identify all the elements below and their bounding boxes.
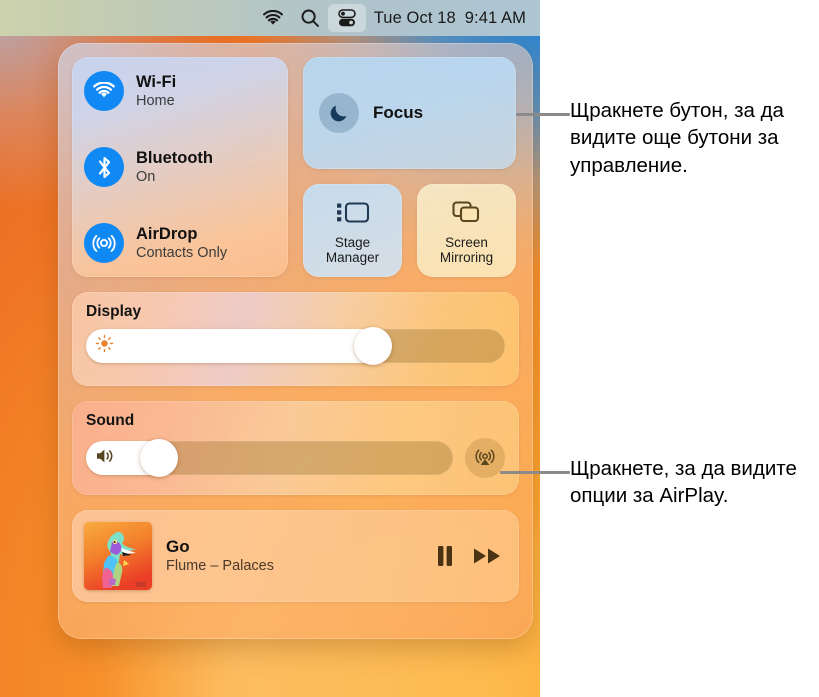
display-title: Display bbox=[86, 303, 142, 320]
brightness-icon bbox=[95, 334, 114, 358]
menu-bar-time: 9:41 AM bbox=[464, 8, 526, 27]
track-title: Go bbox=[166, 536, 190, 556]
connectivity-module[interactable]: Wi-Fi Home Bluetooth On AirDrop Contacts… bbox=[72, 57, 288, 277]
airplay-audio-button[interactable] bbox=[465, 438, 505, 478]
control-center-top-row: Wi-Fi Home Bluetooth On AirDrop Contacts… bbox=[72, 57, 519, 277]
airdrop-icon[interactable] bbox=[84, 223, 124, 263]
callout-text-airplay: Щракнете, за да видите опции за AirPlay. bbox=[570, 457, 797, 508]
desktop-screenshot: Tue Oct 18 9:41 AM Wi-Fi Home Bluetooth … bbox=[0, 0, 540, 697]
bluetooth-status: On bbox=[136, 168, 156, 185]
airdrop-status: Contacts Only bbox=[136, 244, 228, 261]
callout-leader-line-2 bbox=[500, 471, 570, 474]
display-module: Display bbox=[72, 292, 519, 386]
volume-slider-knob[interactable] bbox=[140, 439, 179, 477]
control-center-panel: Wi-Fi Home Bluetooth On AirDrop Contacts… bbox=[58, 43, 533, 639]
menu-bar: Tue Oct 18 9:41 AM bbox=[0, 0, 540, 36]
playback-controls bbox=[435, 544, 503, 568]
menu-bar-date: Tue Oct 18 bbox=[373, 8, 456, 27]
stage-manager-label-line1: Stage bbox=[334, 234, 371, 250]
airdrop-title: AirDrop bbox=[136, 225, 198, 244]
control-center-menu-icon[interactable] bbox=[327, 4, 366, 32]
brightness-slider-knob[interactable] bbox=[353, 327, 392, 365]
sound-title: Sound bbox=[86, 412, 135, 429]
stage-manager-label: Stage Manager bbox=[326, 235, 379, 265]
now-playing-text: Go Flume – Palaces bbox=[166, 537, 421, 575]
moon-icon bbox=[319, 93, 359, 133]
stage-manager-label-line2: Manager bbox=[325, 250, 380, 265]
screen-mirroring-icon bbox=[451, 200, 482, 230]
wifi-control[interactable]: Wi-Fi Home bbox=[84, 71, 276, 111]
wifi-status: Home bbox=[136, 92, 175, 109]
album-artwork[interactable] bbox=[84, 522, 152, 590]
wifi-status-icon[interactable] bbox=[254, 4, 292, 32]
screen-mirroring-label-line1: Screen bbox=[445, 234, 488, 250]
brightness-slider-fill bbox=[86, 329, 388, 363]
now-playing-module[interactable]: Go Flume – Palaces bbox=[72, 510, 519, 602]
track-artist-album: Flume – Palaces bbox=[166, 558, 274, 575]
screen-mirroring-button[interactable]: Screen Mirroring bbox=[417, 184, 516, 277]
sound-slider-row bbox=[86, 438, 505, 478]
sound-module: Sound bbox=[72, 401, 519, 495]
airdrop-control[interactable]: AirDrop Contacts Only bbox=[84, 223, 276, 263]
volume-slider[interactable] bbox=[86, 439, 453, 477]
display-slider-row bbox=[86, 327, 505, 365]
focus-label: Focus bbox=[373, 103, 424, 122]
stage-manager-button[interactable]: Stage Manager bbox=[303, 184, 402, 277]
wifi-icon[interactable] bbox=[84, 71, 124, 111]
fast-forward-icon[interactable] bbox=[473, 545, 503, 567]
speaker-icon bbox=[95, 447, 117, 470]
screen-mirroring-label: Screen Mirroring bbox=[440, 235, 493, 265]
focus-control[interactable]: Focus bbox=[303, 57, 516, 169]
wifi-title: Wi-Fi bbox=[136, 73, 177, 92]
menu-bar-clock[interactable]: Tue Oct 18 9:41 AM bbox=[366, 4, 530, 32]
screen-mirroring-label-line2: Mirroring bbox=[439, 250, 494, 265]
pause-icon[interactable] bbox=[435, 544, 455, 568]
control-center-tiles: Stage Manager Screen Mirroring bbox=[303, 184, 516, 277]
bluetooth-control[interactable]: Bluetooth On bbox=[84, 147, 276, 187]
stage-manager-icon bbox=[336, 200, 370, 230]
brightness-slider[interactable] bbox=[86, 327, 505, 365]
callout-leader-line-1 bbox=[516, 113, 570, 116]
spotlight-search-icon[interactable] bbox=[292, 4, 328, 32]
callout-text-focus: Щракнете бутон, за да видите още бутони … bbox=[570, 99, 784, 177]
bluetooth-title: Bluetooth bbox=[136, 149, 213, 168]
control-center-right-column: Focus Stage Manager Screen Mirroring bbox=[303, 57, 516, 277]
bluetooth-icon[interactable] bbox=[84, 147, 124, 187]
